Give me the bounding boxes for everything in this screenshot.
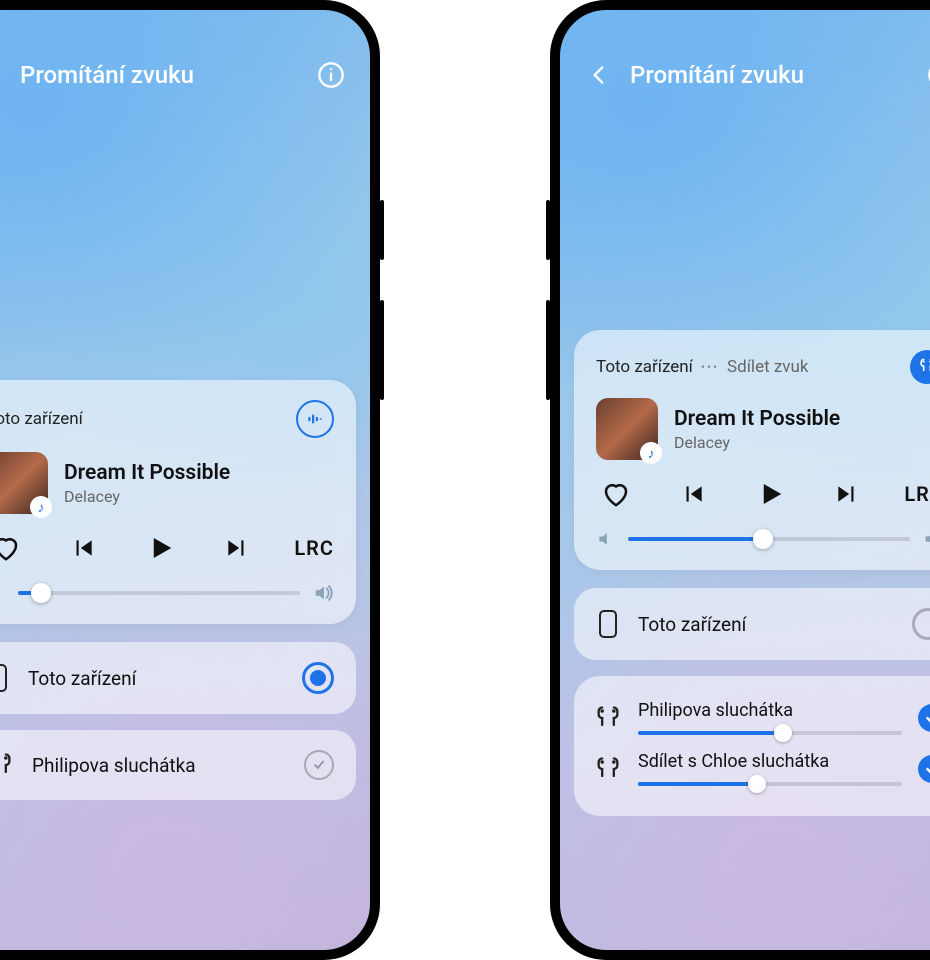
volume-low-icon bbox=[596, 529, 616, 549]
info-icon[interactable] bbox=[924, 58, 930, 92]
tab-this-device[interactable]: Toto zařízení bbox=[596, 357, 693, 377]
phone-icon bbox=[596, 609, 620, 639]
share-volume-slider[interactable] bbox=[638, 782, 902, 786]
favorite-button[interactable] bbox=[596, 474, 636, 514]
volume-high-icon bbox=[312, 582, 334, 604]
check-selected-icon bbox=[918, 704, 930, 732]
back-icon[interactable] bbox=[0, 58, 6, 92]
header: Promítání zvuku bbox=[560, 10, 930, 102]
music-app-icon: ♪ bbox=[640, 442, 662, 464]
share-volume-slider[interactable] bbox=[638, 731, 902, 735]
check-unselected-icon bbox=[304, 750, 334, 780]
info-icon[interactable] bbox=[314, 58, 348, 92]
share-device-name: Sdílet s Chloe sluchátka bbox=[638, 751, 902, 772]
track-title: Dream It Possible bbox=[64, 461, 230, 485]
favorite-button[interactable] bbox=[0, 528, 26, 568]
track-row: ♪ Dream It Possible Delacey bbox=[596, 398, 930, 460]
earbuds-icon bbox=[594, 704, 622, 732]
audio-visual-icon[interactable] bbox=[296, 400, 334, 438]
page-title: Promítání zvuku bbox=[630, 61, 910, 89]
share-device-name: Philipova sluchátka bbox=[638, 700, 902, 721]
track-title: Dream It Possible bbox=[674, 407, 840, 431]
music-app-icon: ♪ bbox=[30, 496, 52, 518]
play-button[interactable] bbox=[750, 474, 790, 514]
share-earbuds-icon[interactable] bbox=[910, 350, 930, 384]
album-art[interactable]: ♪ bbox=[596, 398, 658, 460]
device-this-device[interactable]: Toto zařízení bbox=[574, 588, 930, 660]
lyrics-button[interactable]: LRC bbox=[904, 482, 930, 506]
share-devices-card: Philipova sluchátka bbox=[574, 676, 930, 816]
volume-low-icon bbox=[0, 583, 6, 603]
lyrics-button[interactable]: LRC bbox=[294, 536, 334, 560]
track-artist: Delacey bbox=[674, 433, 840, 452]
phone-frame-right: Promítání zvuku Toto zařízení ••• Sdílet… bbox=[550, 0, 930, 960]
header: Promítání zvuku bbox=[0, 10, 370, 102]
volume-slider[interactable] bbox=[0, 582, 334, 604]
share-device-philip[interactable]: Philipova sluchátka bbox=[594, 692, 930, 743]
device-label: Philipova sluchátka bbox=[32, 754, 196, 777]
device-headphones[interactable]: Philipova sluchátka bbox=[0, 730, 356, 800]
tab-this-device[interactable]: Toto zařízení bbox=[0, 409, 83, 429]
check-selected-icon bbox=[918, 755, 930, 783]
earbuds-icon bbox=[0, 751, 14, 779]
device-label: Toto zařízení bbox=[638, 613, 746, 636]
phone-icon bbox=[0, 663, 10, 693]
player-card: Toto zařízení ♪ Dream It Possible Delace… bbox=[0, 380, 356, 624]
page-title: Promítání zvuku bbox=[20, 61, 300, 89]
device-label: Toto zařízení bbox=[28, 667, 136, 690]
previous-button[interactable] bbox=[673, 474, 713, 514]
phone-frame-left: Promítání zvuku Toto zařízení bbox=[0, 0, 380, 960]
device-this-device[interactable]: Toto zařízení bbox=[0, 642, 356, 714]
album-art[interactable]: ♪ bbox=[0, 452, 48, 514]
back-icon[interactable] bbox=[582, 58, 616, 92]
track-row: ♪ Dream It Possible Delacey bbox=[0, 452, 334, 514]
next-button[interactable] bbox=[217, 528, 257, 568]
play-button[interactable] bbox=[140, 528, 180, 568]
radio-selected-icon bbox=[302, 662, 334, 694]
radio-unselected-icon bbox=[912, 608, 930, 640]
next-button[interactable] bbox=[827, 474, 867, 514]
volume-slider[interactable] bbox=[596, 528, 930, 550]
track-artist: Delacey bbox=[64, 487, 230, 506]
previous-button[interactable] bbox=[63, 528, 103, 568]
tab-share-audio[interactable]: Sdílet zvuk bbox=[727, 357, 808, 377]
player-card: Toto zařízení ••• Sdílet zvuk bbox=[574, 330, 930, 570]
share-device-chloe[interactable]: Sdílet s Chloe sluchátka bbox=[594, 743, 930, 794]
earbuds-icon bbox=[594, 755, 622, 783]
volume-high-icon bbox=[922, 528, 930, 550]
tab-separator: ••• bbox=[701, 360, 719, 374]
